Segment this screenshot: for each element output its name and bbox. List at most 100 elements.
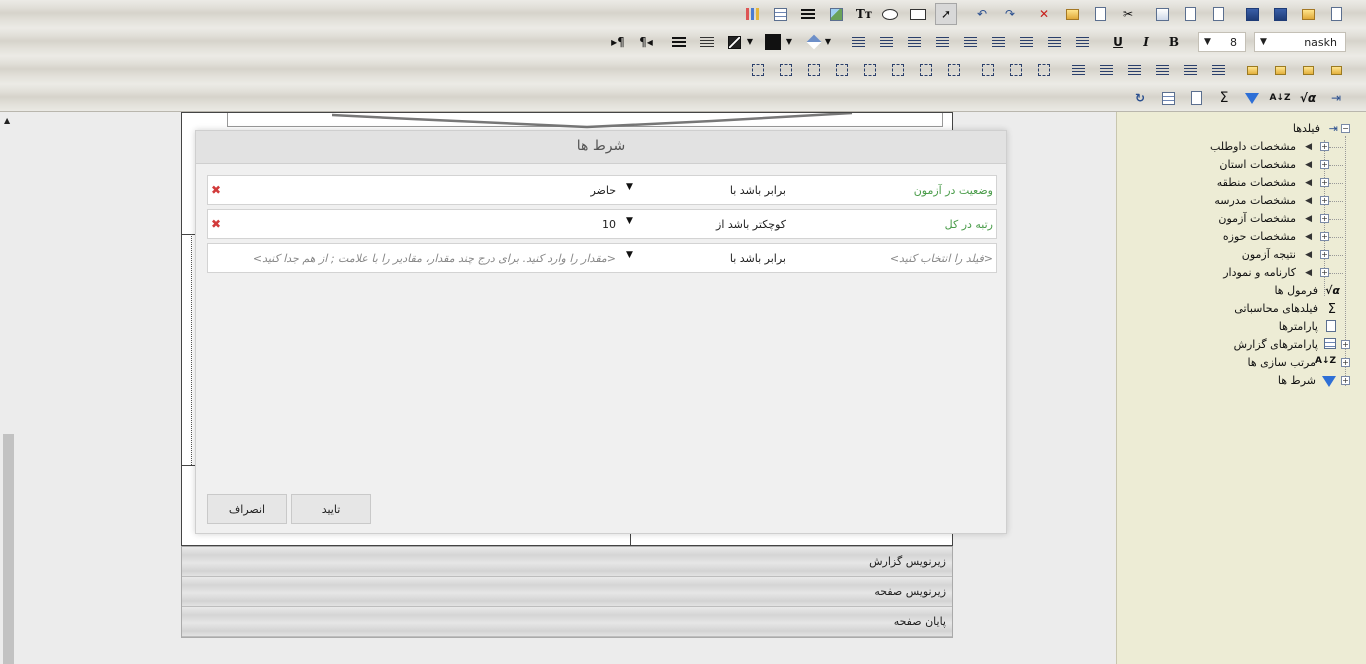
band-page-footer[interactable]: زیرنویس صفحه	[182, 577, 952, 607]
paste-icon[interactable]	[1061, 3, 1083, 25]
expand-icon[interactable]: +	[1320, 142, 1329, 151]
image-icon[interactable]	[825, 3, 847, 25]
increase-v-spacing-icon[interactable]	[803, 59, 825, 81]
condition-value[interactable]: حاضر	[590, 184, 616, 197]
rectangle-icon[interactable]	[907, 3, 929, 25]
new-condition-operator[interactable]: برابر باشد با	[730, 252, 786, 265]
send-backward-icon[interactable]	[1269, 59, 1291, 81]
ltr-paragraph-icon[interactable]: ▸¶	[607, 31, 629, 53]
expand-icon[interactable]: +	[1320, 250, 1329, 259]
underline-icon[interactable]: U	[1107, 31, 1129, 53]
expand-icon[interactable]: +	[1341, 358, 1350, 367]
condition-operator[interactable]: کوچکتر باشد از	[716, 218, 786, 231]
chevron-down-icon[interactable]: ▼	[626, 216, 633, 226]
delete-condition-icon[interactable]: ✖	[211, 183, 221, 197]
align-top-right-icon[interactable]	[903, 31, 925, 53]
band-report-footer[interactable]: زیرنویس گزارش	[182, 547, 952, 577]
tree-field-group[interactable]: + ◀ مشخصات مدرسه	[1116, 192, 1366, 210]
tree-root-fields[interactable]: − ⇥ فیلدها	[1116, 120, 1366, 138]
tree-report-parameters[interactable]: + پارامترهای گزارش	[1116, 336, 1366, 354]
vertical-spacing-icon[interactable]	[831, 59, 853, 81]
filter-icon[interactable]	[1241, 87, 1263, 109]
align-tops-icon[interactable]	[1151, 59, 1173, 81]
copy-icon[interactable]	[1089, 3, 1111, 25]
ellipse-icon[interactable]	[879, 3, 901, 25]
align-top-left-icon[interactable]	[847, 31, 869, 53]
open-icon[interactable]	[1297, 3, 1319, 25]
condition-value[interactable]: 10	[602, 218, 616, 231]
parameters-icon[interactable]	[1185, 87, 1207, 109]
align-bottoms-icon[interactable]	[1207, 59, 1229, 81]
italic-icon[interactable]: I	[1135, 31, 1157, 53]
new-condition-field[interactable]: <فیلد را انتخاب کنید>	[890, 252, 993, 265]
expand-icon[interactable]: +	[1320, 268, 1329, 277]
tree-field-group[interactable]: + ◀ مشخصات منطقه	[1116, 174, 1366, 192]
tree-field-group[interactable]: + ◀ مشخصات آزمون	[1116, 210, 1366, 228]
confirm-button[interactable]: تایید	[291, 494, 371, 524]
condition-field[interactable]: وضعیت در آزمون	[914, 184, 993, 197]
tree-field-group[interactable]: + ◀ نتیجه آزمون	[1116, 246, 1366, 264]
align-lefts-icon[interactable]	[1067, 59, 1089, 81]
select-pointer-icon[interactable]: ➚	[935, 3, 957, 25]
chevron-down-icon[interactable]: ▼	[822, 31, 834, 53]
tree-field-group[interactable]: + ◀ مشخصات داوطلب	[1116, 138, 1366, 156]
remove-h-spacing-icon[interactable]	[859, 59, 881, 81]
bring-to-front-icon[interactable]	[1325, 59, 1347, 81]
cut-icon[interactable]: ✂	[1117, 3, 1139, 25]
tree-field-group[interactable]: + ◀ مشخصات استان	[1116, 156, 1366, 174]
tree-conditions[interactable]: + شرط ها	[1116, 372, 1366, 390]
font-size-select[interactable]: ▼ 8	[1198, 32, 1246, 52]
rtl-paragraph-icon[interactable]: ¶◂	[635, 31, 657, 53]
bold-icon[interactable]: B	[1163, 31, 1185, 53]
expand-icon[interactable]: +	[1341, 340, 1350, 349]
chart-icon[interactable]	[741, 3, 763, 25]
align-rights-icon[interactable]	[1123, 59, 1145, 81]
page-setup-icon[interactable]	[1207, 3, 1229, 25]
undo-icon[interactable]: ↶	[971, 3, 993, 25]
redo-icon[interactable]: ↷	[999, 3, 1021, 25]
delete-icon[interactable]: ✕	[1033, 3, 1055, 25]
tree-field-group[interactable]: + ◀ مشخصات حوزه	[1116, 228, 1366, 246]
save-icon[interactable]	[1269, 3, 1291, 25]
align-bottom-right-icon[interactable]	[1071, 31, 1093, 53]
align-middle-right-icon[interactable]	[987, 31, 1009, 53]
align-top-center-icon[interactable]	[875, 31, 897, 53]
border-width-icon[interactable]	[668, 31, 690, 53]
text-icon[interactable]: Tт	[853, 3, 875, 25]
same-width-icon[interactable]	[1033, 59, 1055, 81]
chevron-down-icon[interactable]: ▼	[626, 182, 633, 192]
chevron-down-icon[interactable]: ▼	[744, 31, 756, 53]
tree-sorts[interactable]: + A↓Z مرتب سازی ها	[1116, 354, 1366, 372]
expand-icon[interactable]: +	[1341, 376, 1350, 385]
font-color-icon[interactable]	[762, 31, 784, 53]
decrease-h-spacing-icon[interactable]	[887, 59, 909, 81]
condition-field[interactable]: رتبه در کل	[945, 218, 993, 231]
align-bottom-left-icon[interactable]	[1015, 31, 1037, 53]
save-as-icon[interactable]	[1241, 3, 1263, 25]
sigma-icon[interactable]: Σ	[1213, 87, 1235, 109]
border-color-icon[interactable]	[723, 31, 745, 53]
add-field-icon[interactable]: ⇥	[1325, 87, 1347, 109]
barcode-icon[interactable]	[797, 3, 819, 25]
print-preview-icon[interactable]	[1179, 3, 1201, 25]
tree-field-group[interactable]: + ◀ کارنامه و نمودار	[1116, 264, 1366, 282]
formula-icon[interactable]: √α	[1297, 87, 1319, 109]
expand-icon[interactable]: +	[1320, 160, 1329, 169]
print-icon[interactable]	[1151, 3, 1173, 25]
groups-icon[interactable]	[1157, 87, 1179, 109]
align-middle-left-icon[interactable]	[931, 31, 953, 53]
table-icon[interactable]	[769, 3, 791, 25]
same-size-icon[interactable]	[977, 59, 999, 81]
remove-v-spacing-icon[interactable]	[747, 59, 769, 81]
increase-h-spacing-icon[interactable]	[915, 59, 937, 81]
align-centers-icon[interactable]	[1095, 59, 1117, 81]
same-height-icon[interactable]	[1005, 59, 1027, 81]
scroll-up-icon[interactable]: ▲	[4, 116, 10, 125]
expand-icon[interactable]: +	[1320, 178, 1329, 187]
expand-icon[interactable]: +	[1320, 232, 1329, 241]
font-name-select[interactable]: ▼ naskh	[1254, 32, 1346, 52]
tree-formulas[interactable]: √α فرمول ها	[1116, 282, 1366, 300]
new-icon[interactable]	[1325, 3, 1347, 25]
new-condition-value[interactable]: <مقدار را وارد کنید. برای درج چند مقدار،…	[253, 252, 616, 265]
chevron-down-icon[interactable]: ▼	[783, 31, 795, 53]
